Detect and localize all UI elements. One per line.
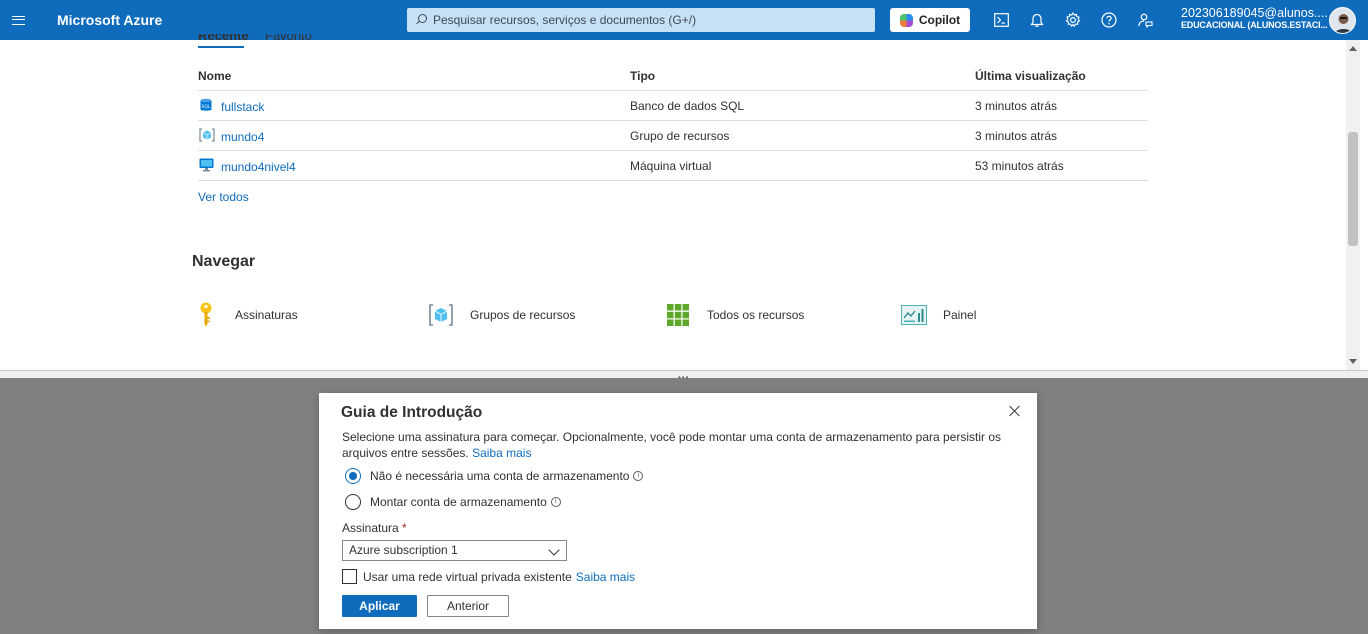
account-menu[interactable]: 202306189045@alunos.... EDUCACIONAL (ALU…: [1181, 6, 1328, 31]
nav-label: Grupos de recursos: [470, 308, 576, 322]
nav-label: Painel: [943, 308, 977, 322]
table-row: mundo4 Grupo de recursos 3 minutos atrás: [198, 121, 1148, 151]
resource-type: Banco de dados SQL: [630, 99, 745, 113]
shell-splitter[interactable]: •••: [0, 370, 1368, 382]
subscription-label-text: Assinatura: [342, 521, 399, 535]
vnet-learn-more-link[interactable]: Saiba mais: [576, 570, 635, 584]
search-placeholder: Pesquisar recursos, serviços e documento…: [433, 13, 697, 27]
resource-link-fullstack[interactable]: fullstack: [221, 100, 264, 114]
dialog-title: Guia de Introdução: [341, 404, 483, 421]
resource-type: Máquina virtual: [630, 159, 712, 173]
subscription-label: Assinatura *: [342, 521, 407, 535]
table-row: SQL fullstack Banco de dados SQL 3 minut…: [198, 91, 1148, 121]
table-row: mundo4nivel4 Máquina virtual 53 minutos …: [198, 151, 1148, 181]
radio-unselected-icon[interactable]: [345, 494, 361, 510]
radio-no-storage[interactable]: Não é necessária uma conta de armazename…: [345, 468, 644, 484]
virtual-machine-icon: [199, 158, 214, 172]
close-icon[interactable]: [1007, 403, 1023, 419]
dialog-description: Selecione uma assinatura para começar. O…: [342, 429, 1002, 461]
page-scrollbar[interactable]: [1346, 40, 1360, 370]
dashboard-icon: [901, 302, 927, 328]
search-icon: [415, 14, 427, 26]
resource-group-icon: [199, 128, 215, 142]
nav-item-subscriptions[interactable]: Assinaturas: [193, 300, 298, 330]
radio-label: Montar conta de armazenamento: [370, 495, 547, 509]
hamburger-icon[interactable]: [2, 0, 34, 40]
copilot-button[interactable]: Copilot: [890, 8, 970, 32]
resource-last-viewed: 3 minutos atrás: [975, 99, 1058, 113]
sql-database-icon: SQL: [199, 98, 213, 112]
cloud-shell-icon[interactable]: [983, 0, 1019, 40]
nav-label: Assinaturas: [235, 308, 298, 322]
bell-icon[interactable]: [1019, 0, 1055, 40]
resource-type: Grupo de recursos: [630, 129, 730, 143]
recent-table-header: Nome Tipo Última visualização: [198, 69, 1148, 91]
see-all-link[interactable]: Ver todos: [198, 190, 249, 204]
subscription-dropdown[interactable]: Azure subscription 1: [342, 540, 567, 561]
radio-selected-icon[interactable]: [345, 468, 361, 484]
resource-last-viewed: 53 minutos atrás: [975, 159, 1064, 173]
column-type: Tipo: [630, 69, 656, 83]
resource-link-mundo4nivel4[interactable]: mundo4nivel4: [221, 160, 296, 174]
vnet-label: Usar uma rede virtual privada existente: [363, 569, 572, 584]
navigate-title: Navegar: [192, 253, 256, 270]
nav-item-resource-groups[interactable]: Grupos de recursos: [428, 300, 575, 330]
scroll-thumb[interactable]: [1348, 132, 1358, 246]
column-last-viewed: Última visualização: [975, 69, 1086, 83]
scroll-up-arrow-icon[interactable]: [1349, 46, 1357, 51]
resource-link-mundo4[interactable]: mundo4: [221, 130, 264, 144]
apply-button[interactable]: Aplicar: [342, 595, 417, 617]
account-tenant: EDUCACIONAL (ALUNOS.ESTACI...: [1181, 19, 1328, 30]
info-icon[interactable]: i: [633, 471, 644, 481]
tab-recent[interactable]: Recente: [198, 34, 249, 43]
resource-group-icon: [428, 302, 454, 328]
key-icon: [193, 302, 219, 328]
scroll-down-arrow-icon[interactable]: [1349, 359, 1357, 364]
tab-favorite[interactable]: Favorito: [265, 34, 312, 43]
nav-item-dashboard[interactable]: Painel: [901, 300, 976, 330]
account-email: 202306189045@alunos....: [1181, 6, 1328, 20]
nav-item-all-resources[interactable]: Todos os recursos: [665, 300, 804, 330]
column-name: Nome: [198, 69, 232, 83]
resource-last-viewed: 3 minutos atrás: [975, 129, 1058, 143]
gear-icon[interactable]: [1055, 0, 1091, 40]
back-button[interactable]: Anterior: [427, 595, 509, 617]
help-icon[interactable]: [1091, 0, 1127, 40]
search-input[interactable]: Pesquisar recursos, serviços e documento…: [407, 8, 875, 32]
radio-mount-storage[interactable]: Montar conta de armazenamento i: [345, 494, 561, 510]
brand-link[interactable]: Microsoft Azure: [57, 12, 162, 28]
nav-label: Todos os recursos: [707, 308, 805, 322]
radio-label: Não é necessária uma conta de armazename…: [370, 469, 630, 483]
chevron-down-icon: [548, 544, 560, 556]
vnet-option: Usar uma rede virtual privada existente …: [342, 569, 635, 584]
info-icon[interactable]: i: [550, 497, 561, 507]
svg-text:SQL: SQL: [202, 104, 211, 110]
recent-tabs: Recente Favorito: [198, 34, 398, 46]
avatar[interactable]: [1329, 7, 1356, 34]
active-tab-indicator: [198, 46, 244, 48]
vnet-checkbox[interactable]: [342, 569, 357, 584]
learn-more-link[interactable]: Saiba mais: [472, 446, 531, 460]
copilot-icon: [899, 13, 913, 27]
copilot-label: Copilot: [918, 13, 961, 27]
subscription-value: Azure subscription 1: [349, 543, 458, 557]
required-mark: *: [402, 521, 407, 535]
description-text: Selecione uma assinatura para começar. O…: [342, 430, 1002, 460]
feedback-icon[interactable]: [1127, 0, 1163, 40]
grid-icon: [665, 302, 691, 328]
getting-started-dialog: Guia de Introdução Selecione uma assinat…: [319, 393, 1037, 629]
